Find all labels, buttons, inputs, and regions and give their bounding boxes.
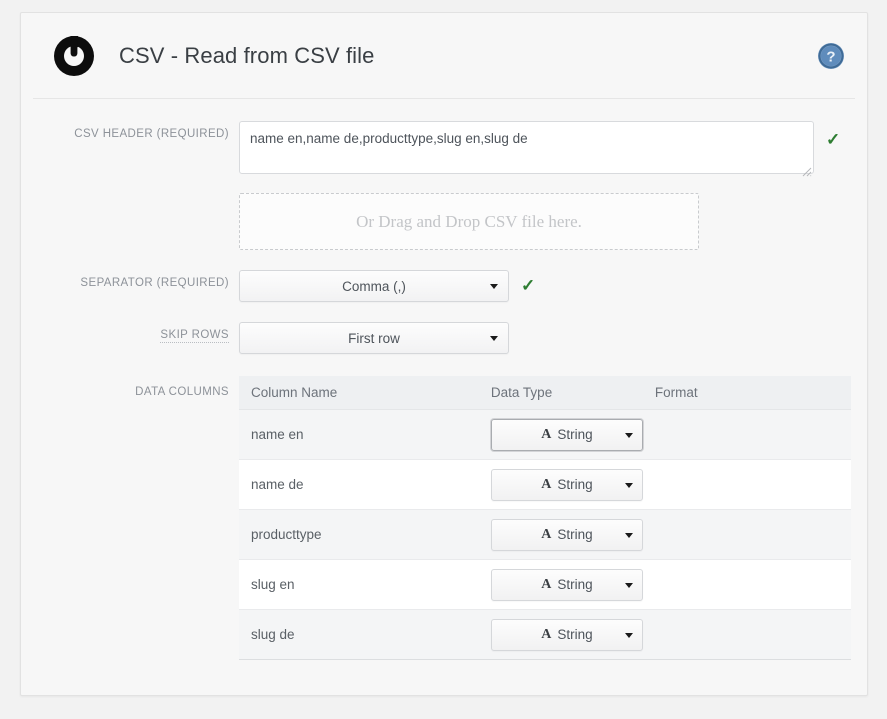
data-type-select[interactable]: A String bbox=[490, 518, 643, 551]
cell-data-type: A String bbox=[478, 509, 643, 560]
table-header-row: Column Name Data Type Format bbox=[239, 376, 851, 410]
chevron-down-icon bbox=[624, 532, 633, 538]
data-type-value: String bbox=[557, 577, 593, 592]
data-type-value: String bbox=[557, 477, 593, 492]
table-row: producttype A String bbox=[239, 509, 851, 560]
cell-data-type: A String bbox=[478, 559, 643, 610]
data-type-value: String bbox=[557, 627, 593, 642]
skip-rows-row: SKIP ROWS First row bbox=[21, 322, 867, 354]
separator-valid-check-icon: ✓ bbox=[521, 276, 536, 295]
column-header-data-type: Data Type bbox=[478, 376, 643, 410]
cell-data-type: A String bbox=[478, 609, 643, 660]
panel-header: CSV - Read from CSV file ? bbox=[33, 13, 855, 99]
csv-header-label: CSV HEADER (REQUIRED) bbox=[74, 128, 229, 140]
string-type-icon: A bbox=[541, 576, 552, 592]
table-row: name en A String bbox=[239, 409, 851, 460]
csv-header-row: CSV HEADER (REQUIRED) ✓ bbox=[21, 121, 867, 179]
chevron-down-icon bbox=[490, 284, 498, 289]
string-type-icon: A bbox=[541, 526, 552, 542]
dropzone-label: Or Drag and Drop CSV file here. bbox=[356, 211, 582, 231]
string-type-icon: A bbox=[541, 426, 552, 442]
column-header-format: Format bbox=[642, 376, 851, 410]
cell-format bbox=[642, 559, 851, 610]
separator-row: SEPARATOR (REQUIRED) Comma (,) ✓ bbox=[21, 270, 867, 302]
cell-data-type: A String bbox=[478, 459, 643, 510]
data-type-select[interactable]: A String bbox=[490, 618, 643, 651]
skip-rows-label-text: SKIP ROWS bbox=[160, 329, 229, 343]
csv-file-dropzone[interactable]: Or Drag and Drop CSV file here. bbox=[239, 193, 699, 250]
dropzone-spacer-label bbox=[21, 191, 239, 198]
chevron-down-icon bbox=[490, 336, 498, 341]
cell-format bbox=[642, 509, 851, 560]
separator-select[interactable]: Comma (,) bbox=[239, 270, 509, 302]
table-row: slug en A String bbox=[239, 559, 851, 610]
cell-format bbox=[642, 459, 851, 510]
cell-format bbox=[642, 409, 851, 460]
string-type-icon: A bbox=[541, 476, 552, 492]
form-body: CSV HEADER (REQUIRED) ✓ Or Drag and Drop… bbox=[21, 99, 867, 660]
table-row: slug de A String bbox=[239, 609, 851, 660]
cell-column-name: name en bbox=[239, 409, 479, 460]
cell-column-name: name de bbox=[239, 459, 479, 510]
chevron-down-icon bbox=[624, 582, 633, 588]
table-row: name de A String bbox=[239, 459, 851, 510]
csv-reader-panel: CSV - Read from CSV file ? CSV HEADER (R… bbox=[20, 12, 868, 696]
string-type-icon: A bbox=[541, 626, 552, 642]
svg-text:?: ? bbox=[826, 48, 835, 65]
cell-column-name: slug en bbox=[239, 559, 479, 610]
cell-column-name: slug de bbox=[239, 609, 479, 660]
data-type-select[interactable]: A String bbox=[490, 418, 643, 451]
chevron-down-icon bbox=[624, 632, 633, 638]
skip-rows-label: SKIP ROWS bbox=[21, 322, 239, 343]
csv-header-valid-check-icon: ✓ bbox=[826, 130, 841, 149]
data-columns-row: DATA COLUMNS Column Name Data Type Forma… bbox=[21, 376, 867, 660]
data-type-select[interactable]: A String bbox=[490, 568, 643, 601]
data-type-value: String bbox=[557, 527, 593, 542]
chevron-down-icon bbox=[624, 482, 633, 488]
separator-label: SEPARATOR (REQUIRED) bbox=[80, 277, 229, 289]
dropzone-row: Or Drag and Drop CSV file here. bbox=[21, 191, 867, 250]
spiral-circle-logo-icon bbox=[51, 33, 97, 79]
skip-rows-value: First row bbox=[348, 330, 400, 346]
data-columns-table-body: name en A String name de A String produc… bbox=[239, 409, 851, 660]
skip-rows-select[interactable]: First row bbox=[239, 322, 509, 354]
cell-data-type: A String bbox=[478, 409, 643, 460]
data-columns-table: Column Name Data Type Format name en A S… bbox=[239, 376, 851, 660]
chevron-down-icon bbox=[624, 432, 633, 438]
separator-value: Comma (,) bbox=[342, 278, 406, 294]
data-type-select[interactable]: A String bbox=[490, 468, 643, 501]
page-title: CSV - Read from CSV file bbox=[119, 42, 375, 68]
cell-format bbox=[642, 609, 851, 660]
data-columns-label: DATA COLUMNS bbox=[135, 386, 229, 398]
cell-column-name: producttype bbox=[239, 509, 479, 560]
column-header-column-name: Column Name bbox=[239, 376, 479, 410]
csv-header-input[interactable] bbox=[239, 121, 814, 174]
csv-header-input-wrapper bbox=[239, 121, 814, 179]
data-type-value: String bbox=[557, 427, 593, 442]
question-mark-help-icon[interactable]: ? bbox=[817, 42, 845, 70]
